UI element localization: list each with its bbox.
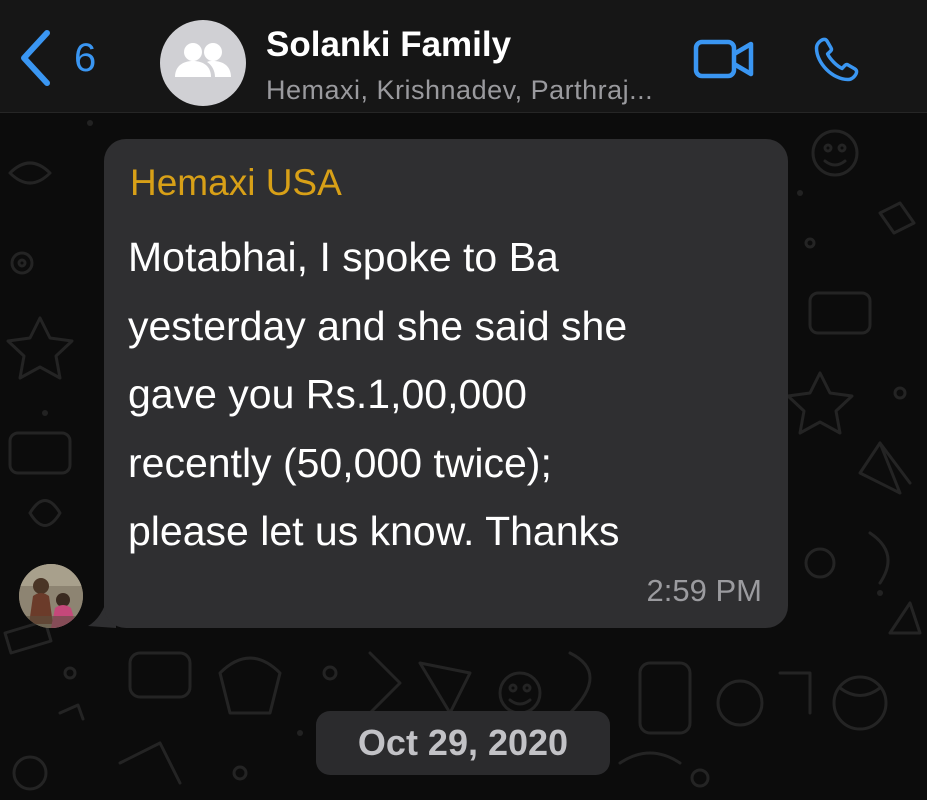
chat-title-block[interactable]: Solanki Family Hemaxi, Krishnadev, Parth… bbox=[266, 24, 686, 108]
sender-avatar[interactable] bbox=[19, 564, 83, 628]
back-button[interactable]: 6 bbox=[18, 26, 96, 90]
unread-count: 6 bbox=[74, 36, 97, 80]
chat-members: Hemaxi, Krishnadev, Parthraj... bbox=[266, 75, 654, 105]
message-line: yesterday and she said she bbox=[128, 302, 628, 349]
chat-header: 6 Solanki Family Hemaxi, Krishnadev, Par… bbox=[0, 0, 927, 113]
chat-title: Solanki Family bbox=[266, 25, 512, 64]
message-line: Motabhai, I spoke to Ba bbox=[128, 234, 559, 280]
video-call-button[interactable] bbox=[693, 38, 755, 85]
message-text: Motabhai, I spoke to Ba yesterday and sh… bbox=[128, 223, 768, 566]
message-timestamp: 2:59 PM bbox=[646, 573, 762, 608]
phone-icon bbox=[810, 37, 862, 90]
date-separator: Oct 29, 2020 bbox=[316, 711, 610, 775]
message-line: please let us know. Thanks bbox=[128, 508, 620, 554]
message-line: recently (50,000 twice); bbox=[128, 439, 552, 486]
message-bubble[interactable]: Hemaxi USA Motabhai, I spoke to Ba yeste… bbox=[104, 139, 788, 628]
chevron-left-icon bbox=[18, 29, 52, 87]
video-camera-icon bbox=[693, 39, 755, 84]
message-line: gave you Rs.1,00,000 bbox=[128, 371, 527, 417]
group-people-icon bbox=[173, 41, 233, 86]
message-sender: Hemaxi USA bbox=[130, 162, 342, 203]
voice-call-button[interactable] bbox=[810, 34, 862, 91]
group-avatar[interactable] bbox=[160, 20, 246, 106]
